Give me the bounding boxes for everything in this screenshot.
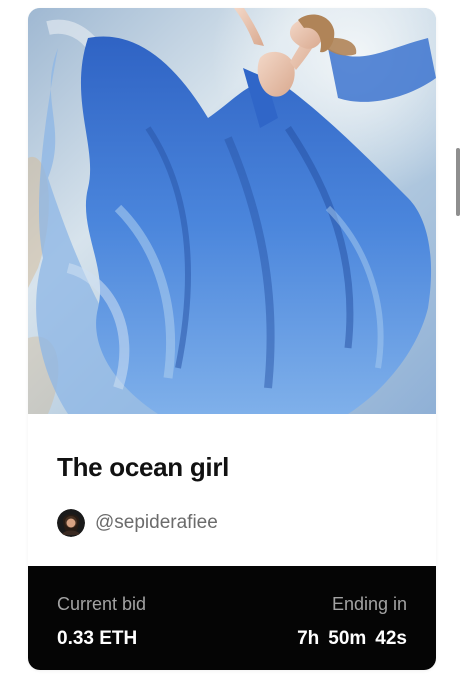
ending-in-label: Ending in [331, 594, 407, 614]
nft-info: The ocean girl @sepiderafiee [28, 414, 436, 566]
countdown-minutes: 50m [328, 628, 367, 649]
avatar-icon [57, 509, 85, 537]
artwork-image[interactable] [28, 8, 436, 414]
avatar[interactable] [57, 509, 85, 537]
creator-link[interactable]: @sepiderafiee [57, 508, 218, 538]
nft-card[interactable]: The ocean girl @sepiderafiee Current bid… [28, 8, 436, 670]
scrollbar[interactable] [456, 148, 460, 216]
nft-title: The ocean girl [57, 452, 230, 482]
current-bid-label: Current bid [57, 594, 147, 614]
countdown-hours: 7h [297, 628, 320, 649]
painting-icon [28, 8, 436, 414]
current-bid-value: 0.33 ETH [57, 628, 138, 649]
countdown-timer: 7h 50m 42s [297, 628, 407, 650]
creator-handle[interactable]: @sepiderafiee [95, 512, 218, 534]
bid-panel: Current bid 0.33 ETH Ending in 7h 50m 42… [28, 566, 436, 670]
countdown-seconds: 42s [375, 628, 407, 649]
